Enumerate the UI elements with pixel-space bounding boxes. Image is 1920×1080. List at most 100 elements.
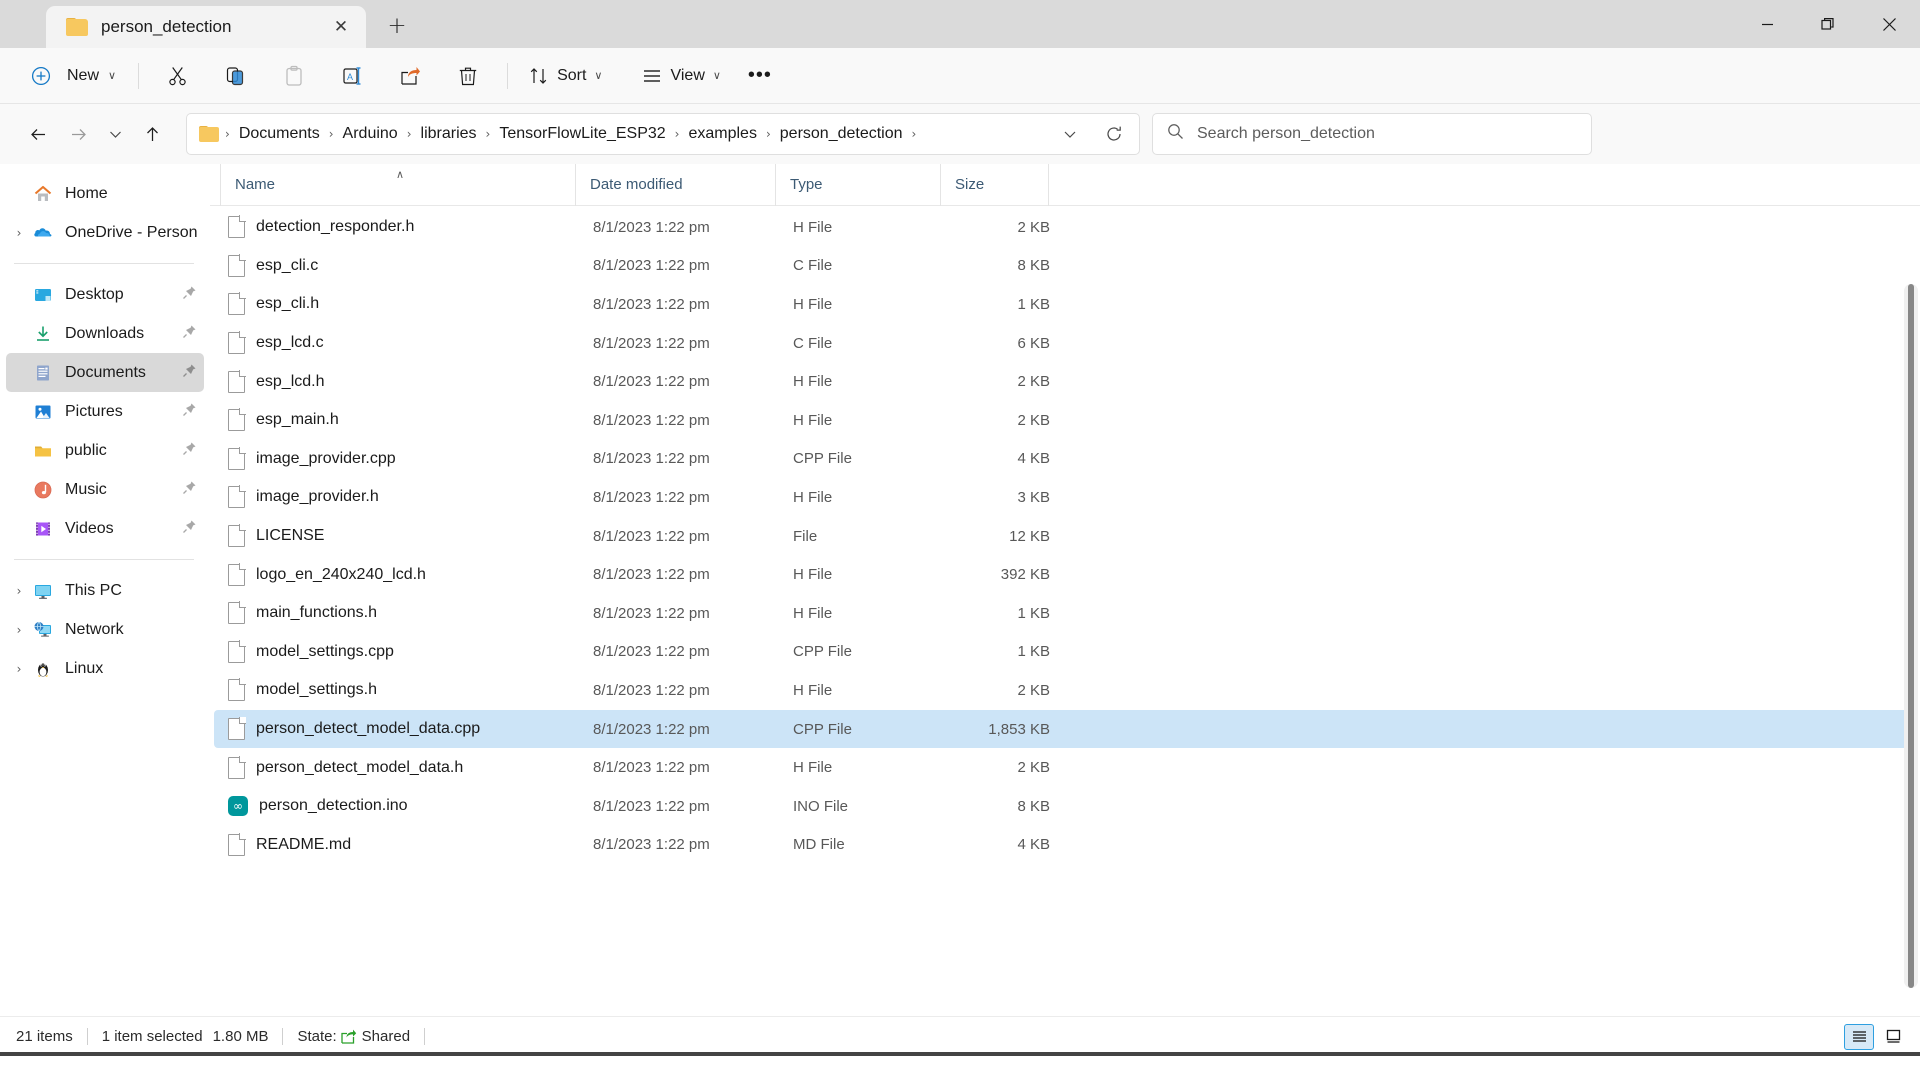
folder-icon: [32, 440, 54, 462]
tab-title: person_detection: [101, 17, 232, 36]
breadcrumb-item-examples[interactable]: examples: [681, 121, 763, 147]
scrollbar-thumb[interactable]: [1908, 284, 1914, 988]
column-header-name[interactable]: ∧ Name: [220, 164, 575, 206]
minimize-icon[interactable]: [1737, 0, 1798, 48]
delete-button[interactable]: [447, 57, 489, 95]
breadcrumb-item-tensorflowlite-esp32[interactable]: TensorFlowLite_ESP32: [492, 121, 672, 147]
table-row[interactable]: esp_lcd.h 8/1/2023 1:22 pm H File 2 KB: [214, 362, 1914, 401]
pin-icon[interactable]: [182, 441, 198, 461]
pin-icon[interactable]: [182, 402, 198, 422]
table-row[interactable]: person_detect_model_data.cpp 8/1/2023 1:2…: [214, 709, 1914, 749]
file-size-cell: 2 KB: [944, 362, 1052, 401]
more-options-button[interactable]: •••: [738, 57, 782, 95]
address-dropdown-icon[interactable]: [1051, 115, 1089, 153]
view-button-label: View: [670, 66, 705, 84]
recent-locations-button[interactable]: [98, 114, 132, 154]
file-name-label: detection_responder.h: [256, 218, 415, 236]
preview-pane-button[interactable]: [1878, 1024, 1908, 1050]
maximize-restore-icon[interactable]: [1798, 0, 1859, 48]
details-view-button[interactable]: [1844, 1023, 1874, 1050]
search-input[interactable]: Search person_detection: [1197, 125, 1375, 143]
chevron-right-icon[interactable]: ›: [6, 584, 32, 598]
new-tab-button[interactable]: +: [378, 7, 416, 45]
pin-icon[interactable]: [182, 519, 198, 539]
table-row[interactable]: logo_en_240x240_lcd.h 8/1/2023 1:22 pm H F…: [214, 555, 1914, 594]
file-type-cell: CPP File: [779, 710, 944, 749]
file-date-cell: 8/1/2023 1:22 pm: [579, 633, 779, 672]
table-row[interactable]: model_settings.cpp 8/1/2023 1:22 pm CPP Fi…: [214, 633, 1914, 672]
sidebar-item-documents[interactable]: Documents: [6, 353, 204, 392]
table-row[interactable]: README.md 8/1/2023 1:22 pm MD File 4 KB: [214, 826, 1914, 865]
column-header-date-label: Date modified: [590, 176, 683, 193]
chevron-right-icon[interactable]: ›: [6, 226, 32, 240]
rename-button[interactable]: A: [331, 57, 373, 95]
column-header-size[interactable]: Size: [940, 164, 1048, 206]
close-tab-icon[interactable]: ✕: [326, 12, 356, 42]
share-button[interactable]: [389, 57, 431, 95]
cut-button[interactable]: [157, 57, 199, 95]
file-date-cell: 8/1/2023 1:22 pm: [579, 285, 779, 324]
close-window-icon[interactable]: [1859, 0, 1920, 48]
toolbar-divider: [138, 62, 140, 89]
table-row[interactable]: detection_responder.h 8/1/2023 1:22 pm H F…: [214, 208, 1914, 247]
breadcrumb-item-person-detection[interactable]: person_detection: [773, 121, 910, 147]
breadcrumb-item-documents[interactable]: Documents: [232, 121, 327, 147]
chevron-right-icon[interactable]: ›: [6, 623, 32, 637]
file-date-cell: 8/1/2023 1:22 pm: [579, 208, 779, 247]
file-name-cell: esp_cli.h: [224, 285, 579, 324]
sidebar-item-linux[interactable]: › Linux: [6, 649, 204, 688]
view-button[interactable]: View ∨: [631, 57, 731, 95]
column-header-date-modified[interactable]: Date modified: [575, 164, 775, 206]
status-state-value: Shared: [361, 1028, 411, 1045]
breadcrumb-item-libraries[interactable]: libraries: [414, 121, 484, 147]
table-row[interactable]: esp_cli.c 8/1/2023 1:22 pm C File 8 KB: [214, 247, 1914, 286]
table-row[interactable]: LICENSE 8/1/2023 1:22 pm File 12 KB: [214, 517, 1914, 556]
refresh-icon[interactable]: [1095, 115, 1133, 153]
pin-icon[interactable]: [182, 324, 198, 344]
table-row[interactable]: person_detect_model_data.h 8/1/2023 1:22 …: [214, 748, 1914, 787]
table-row[interactable]: main_functions.h 8/1/2023 1:22 pm H File 1 …: [214, 594, 1914, 633]
pin-icon[interactable]: [182, 285, 198, 305]
table-row[interactable]: esp_main.h 8/1/2023 1:22 pm H File 2 KB: [214, 401, 1914, 440]
search-box[interactable]: Search person_detection: [1152, 113, 1592, 155]
vertical-scrollbar[interactable]: [1904, 284, 1918, 988]
sidebar-item-pictures[interactable]: Pictures: [6, 392, 204, 431]
pin-icon[interactable]: [182, 480, 198, 500]
table-row[interactable]: esp_cli.h 8/1/2023 1:22 pm H File 1 KB: [214, 285, 1914, 324]
sidebar-item-network[interactable]: › Network: [6, 610, 204, 649]
table-row[interactable]: model_settings.h 8/1/2023 1:22 pm H File 2 …: [214, 671, 1914, 710]
file-type-cell: MD File: [779, 826, 944, 865]
file-size-cell: 6 KB: [944, 324, 1052, 363]
sidebar-item-home[interactable]: Home: [6, 174, 204, 213]
browser-tab-person-detection[interactable]: person_detection ✕: [46, 6, 366, 48]
sidebar-item-videos[interactable]: Videos: [6, 509, 204, 548]
file-name-cell: main_functions.h: [224, 594, 579, 633]
file-type-cell: H File: [779, 748, 944, 787]
back-button[interactable]: [18, 114, 58, 154]
table-row[interactable]: ∞ person_detection.ino 8/1/2023 1:22 pm INO…: [214, 787, 1914, 826]
file-type-cell: INO File: [779, 787, 944, 826]
forward-button[interactable]: [58, 114, 98, 154]
table-row[interactable]: image_provider.cpp 8/1/2023 1:22 pm CPP Fi…: [214, 440, 1914, 479]
sidebar-item-downloads[interactable]: Downloads: [6, 314, 204, 353]
column-header-type[interactable]: Type: [775, 164, 940, 206]
new-plus-icon: [24, 57, 58, 95]
pin-icon[interactable]: [182, 363, 198, 383]
table-row[interactable]: image_provider.h 8/1/2023 1:22 pm H File 3 …: [214, 478, 1914, 517]
file-type-label: H File: [793, 604, 833, 622]
sort-button[interactable]: Sort ∨: [518, 57, 613, 95]
chevron-right-icon[interactable]: ›: [6, 662, 32, 676]
file-name-cell: ∞ person_detection.ino: [224, 787, 579, 826]
sidebar-item-music[interactable]: Music: [6, 470, 204, 509]
table-row[interactable]: esp_lcd.c 8/1/2023 1:22 pm C File 6 KB: [214, 324, 1914, 363]
paste-button[interactable]: [273, 57, 315, 95]
sidebar-item-public[interactable]: public: [6, 431, 204, 470]
sidebar-item-desktop[interactable]: Desktop: [6, 275, 204, 314]
sidebar-item-onedrive[interactable]: › OneDrive - Persona: [6, 213, 204, 252]
up-button[interactable]: [132, 114, 172, 154]
address-bar[interactable]: › Documents › Arduino › libraries › Tens…: [186, 113, 1140, 155]
breadcrumb-item-arduino[interactable]: Arduino: [336, 121, 405, 147]
new-button[interactable]: New ∨: [18, 57, 128, 95]
copy-button[interactable]: [215, 57, 257, 95]
sidebar-item-this-pc[interactable]: › This PC: [6, 571, 204, 610]
